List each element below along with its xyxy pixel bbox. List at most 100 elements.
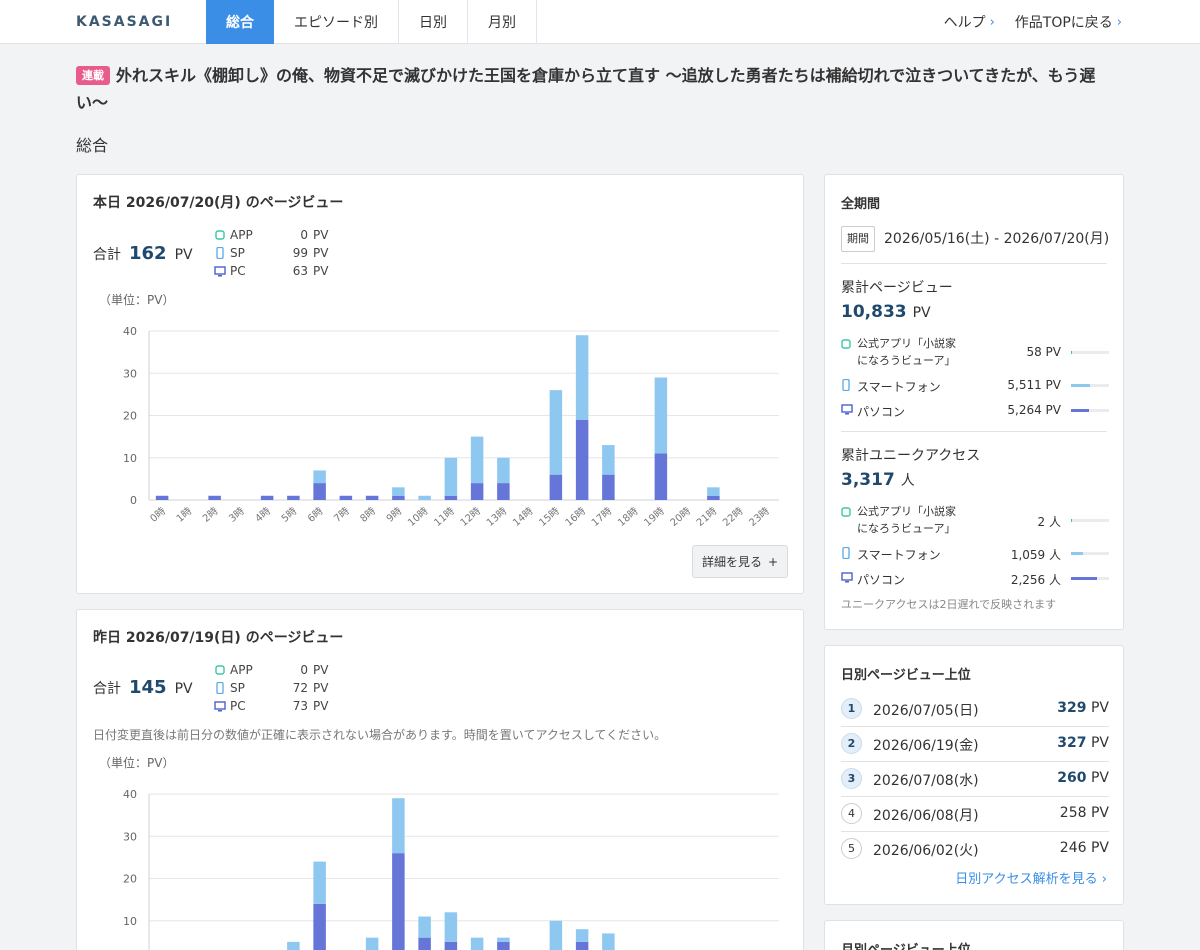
work-top-link-label: 作品TOPに戻る bbox=[1014, 15, 1113, 31]
pv-unit: PV bbox=[1090, 700, 1109, 716]
breakdown-label: SP bbox=[230, 681, 245, 695]
rank-date: 2026/07/08(水) bbox=[873, 773, 979, 789]
unit-note: （単位：PV） bbox=[99, 756, 175, 770]
tab-overview[interactable]: 総合 bbox=[206, 0, 274, 44]
x-tick-label: 17時 bbox=[589, 505, 614, 529]
tab-episodes[interactable]: エピソード別 bbox=[274, 0, 399, 44]
ua-row-app: 公式アプリ「小説家 になろうビューア」 2 人 bbox=[841, 505, 1109, 540]
x-tick-label: 3時 bbox=[227, 505, 247, 525]
daily-rank-card: 日別ページビュー上位 1 2026/07/05(日) 329 PV 2 2026… bbox=[824, 645, 1124, 905]
y-tick-label: 20 bbox=[123, 873, 137, 886]
bar-pc bbox=[654, 453, 668, 500]
yesterday-title: 昨日 2026/07/19(日) のページビュー bbox=[93, 630, 344, 646]
breakdown-row-pc: PC 63 PV bbox=[213, 262, 328, 280]
ua-row-value: 2 人 bbox=[1037, 515, 1061, 529]
daily-analysis-link-label: 日別アクセス解析を見る bbox=[955, 872, 1098, 887]
tab-monthly[interactable]: 月別 bbox=[468, 0, 537, 44]
bar-sp bbox=[444, 912, 458, 942]
pc-icon bbox=[841, 404, 853, 418]
y-tick-label: 10 bbox=[123, 915, 137, 928]
y-tick-label: 40 bbox=[123, 325, 137, 338]
smartphone-icon bbox=[213, 247, 227, 259]
rank-row: 2 2026/06/19(金) 327 PV bbox=[841, 727, 1109, 762]
pv-unit: PV bbox=[174, 247, 193, 263]
ua-row-value: 1,059 人 bbox=[1010, 548, 1061, 562]
bar-pc bbox=[313, 483, 326, 500]
x-tick-label: 20時 bbox=[668, 505, 693, 529]
bar-sp bbox=[549, 920, 563, 950]
breakdown-value: 0 bbox=[300, 663, 308, 677]
bar-sp bbox=[497, 937, 510, 942]
yesterday-total: 合計 145 PV bbox=[93, 677, 193, 698]
pc-icon bbox=[841, 572, 853, 586]
rank-pv: 327 PV bbox=[1057, 735, 1109, 751]
bar-sp bbox=[602, 445, 615, 475]
unique-access-value: 3,317 bbox=[841, 470, 895, 490]
pv-unit: PV bbox=[174, 681, 193, 697]
bar-pc bbox=[575, 419, 589, 500]
person-unit: 人 bbox=[900, 473, 915, 489]
total-pv-title: 累計ページビュー bbox=[841, 280, 953, 296]
plus-icon: + bbox=[767, 554, 779, 569]
bar-pc bbox=[444, 495, 458, 500]
yesterday-breakdown: APP 0 PV SP 72 PV PC 73 PV bbox=[213, 661, 328, 715]
date-change-notice: 日付変更直後は前日分の数値が正確に表示されない場合があります。時間を置いてアクセ… bbox=[93, 728, 667, 742]
rank-number: 3 bbox=[841, 768, 862, 789]
bar-sp bbox=[392, 798, 405, 854]
breakdown-row-app: APP 0 PV bbox=[213, 661, 328, 679]
smartphone-icon bbox=[841, 546, 851, 562]
period-tag: 期間 bbox=[841, 226, 875, 252]
daily-analysis-link[interactable]: 日別アクセス解析を見る › bbox=[955, 868, 1107, 887]
x-tick-label: 21時 bbox=[694, 505, 719, 529]
breakdown-row-sp: SP 72 PV bbox=[213, 679, 328, 697]
detail-button[interactable]: 詳細を見る + bbox=[692, 545, 788, 578]
help-link[interactable]: ヘルプ › bbox=[944, 12, 995, 32]
rank-number: 2 bbox=[841, 733, 862, 754]
ua-row-sp: スマートフォン 1,059 人 bbox=[841, 546, 1109, 565]
label-line: 公式アプリ「小説家 bbox=[857, 505, 956, 518]
x-tick-label: 22時 bbox=[720, 505, 745, 529]
pv-row-sp: スマートフォン 5,511 PV bbox=[841, 378, 1109, 397]
bar-sp bbox=[549, 390, 563, 475]
tab-daily[interactable]: 日別 bbox=[399, 0, 468, 44]
breakdown-value: 72 bbox=[292, 681, 308, 695]
breakdown-label: PC bbox=[230, 264, 246, 278]
divider bbox=[841, 263, 1107, 264]
x-tick-label: 23時 bbox=[747, 505, 772, 529]
breakdown-row-app: APP 0 PV bbox=[213, 226, 328, 244]
bar-sp bbox=[418, 495, 431, 500]
y-tick-label: 20 bbox=[123, 410, 137, 423]
unique-access-title: 累計ユニークアクセス bbox=[841, 448, 981, 464]
total-pv-value: 10,833 bbox=[841, 302, 907, 322]
rank-pv: 258 PV bbox=[1060, 805, 1109, 821]
logo[interactable]: KASASAGI bbox=[76, 14, 172, 30]
share-bar bbox=[1071, 577, 1109, 580]
pv-row-label: 公式アプリ「小説家 になろうビューア」 bbox=[857, 335, 967, 369]
pc-icon bbox=[213, 265, 227, 277]
pv-unit: PV bbox=[1090, 735, 1109, 751]
pv-unit: PV bbox=[313, 681, 329, 695]
rank-pv-value: 260 bbox=[1057, 770, 1087, 786]
x-tick-label: 14時 bbox=[510, 505, 535, 529]
bar-pc bbox=[549, 474, 563, 500]
label-line: 公式アプリ「小説家 bbox=[857, 337, 956, 350]
today-total: 合計 162 PV bbox=[93, 243, 193, 264]
y-tick-label: 40 bbox=[123, 788, 137, 801]
x-tick-label: 9時 bbox=[384, 505, 404, 525]
pv-row-pc: パソコン 5,264 PV bbox=[841, 403, 1109, 422]
x-tick-label: 8時 bbox=[358, 505, 378, 525]
pv-unit: PV bbox=[1090, 840, 1109, 856]
bar-pc bbox=[287, 495, 300, 500]
work-top-link[interactable]: 作品TOPに戻る › bbox=[1015, 12, 1122, 32]
app-icon bbox=[841, 338, 851, 352]
pv-unit: PV bbox=[313, 264, 329, 278]
rank-pv-value: 329 bbox=[1057, 700, 1087, 716]
bar-sp bbox=[575, 335, 589, 420]
breakdown-value: 73 bbox=[292, 699, 308, 713]
bar-sp bbox=[287, 941, 300, 950]
bar-sp bbox=[707, 487, 720, 496]
bar-pc bbox=[707, 495, 720, 500]
x-tick-label: 6時 bbox=[305, 505, 325, 525]
period-value: 2026/05/16(土) - 2026/07/20(月) bbox=[884, 231, 1110, 247]
today-total-value: 162 bbox=[129, 243, 167, 264]
